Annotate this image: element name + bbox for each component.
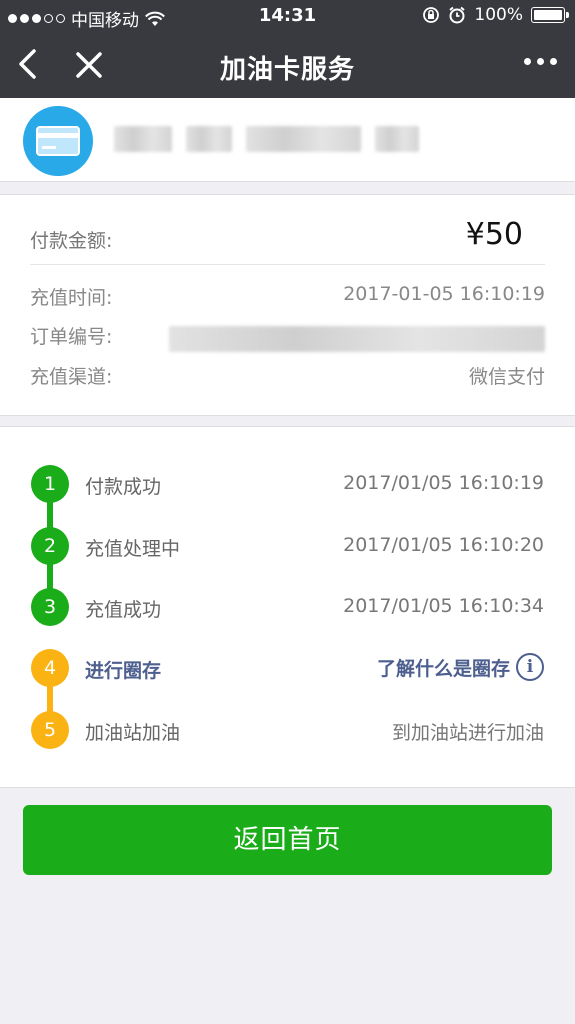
- more-icon[interactable]: [524, 58, 557, 65]
- recharge-time-value: 2017-01-05 16:10:19: [343, 283, 545, 305]
- channel-value: 微信支付: [468, 366, 545, 388]
- step-label: 充值处理中: [85, 538, 181, 560]
- recharge-time-row: 充值时间: 2017-01-05 16:10:19: [30, 283, 545, 313]
- step-label: 付款成功: [85, 476, 162, 498]
- payment-details: 付款金额: ¥50 充值时间: 2017-01-05 16:10:19 订单编号…: [0, 194, 575, 416]
- status-bar: 中国移动 14:31 100%: [0, 0, 575, 32]
- amount-value: ¥50: [465, 217, 523, 252]
- step-label: 充值成功: [85, 599, 162, 621]
- step-label: 加油站加油: [85, 722, 181, 744]
- learn-quancun-link[interactable]: 了解什么是圈存 i: [377, 653, 544, 681]
- step-number: 5: [31, 711, 69, 749]
- card-icon: [23, 106, 93, 176]
- step-item: 4 进行圈存 了解什么是圈存 i: [0, 649, 575, 689]
- return-home-button[interactable]: 返回首页: [23, 805, 552, 875]
- step-number: 2: [31, 527, 69, 565]
- order-number-row: 订单编号:: [30, 322, 545, 352]
- step-number: 1: [31, 465, 69, 503]
- amount-label: 付款金额:: [30, 230, 113, 252]
- step-item: 2 充值处理中 2017/01/05 16:10:20: [0, 527, 575, 567]
- alarm-icon: [449, 6, 466, 24]
- amount-row: 付款金额: ¥50: [30, 195, 545, 265]
- progress-steps: 1 付款成功 2017/01/05 16:10:19 2 充值处理中 2017/…: [0, 426, 575, 788]
- step-time: 2017/01/05 16:10:20: [343, 534, 544, 556]
- order-number-label: 订单编号:: [30, 326, 113, 348]
- order-number-blurred: [169, 326, 545, 352]
- step-number: 3: [31, 588, 69, 626]
- battery-percent: 100%: [474, 5, 523, 25]
- step-time: 到加油站进行加油: [391, 722, 544, 744]
- learn-quancun-text[interactable]: 了解什么是圈存: [377, 654, 510, 681]
- step-item: 1 付款成功 2017/01/05 16:10:19: [0, 465, 575, 505]
- channel-label: 充值渠道:: [30, 366, 113, 388]
- recharge-time-label: 充值时间:: [30, 287, 113, 309]
- step-time: 2017/01/05 16:10:19: [343, 472, 544, 494]
- merchant-row: [0, 98, 575, 182]
- step-item: 5 加油站加油 到加油站进行加油: [0, 711, 575, 751]
- info-icon[interactable]: i: [516, 653, 544, 681]
- battery-icon: [531, 7, 569, 23]
- step-item: 3 充值成功 2017/01/05 16:10:34: [0, 588, 575, 628]
- step-number: 4: [31, 649, 69, 687]
- merchant-name-blurred: [114, 126, 419, 154]
- page-title: 加油卡服务: [219, 55, 355, 85]
- step-label: 进行圈存: [85, 660, 162, 682]
- channel-row: 充值渠道: 微信支付: [30, 362, 545, 392]
- top-bar: 中国移动 14:31 100% 加油卡服务: [0, 0, 575, 98]
- step-time: 2017/01/05 16:10:34: [343, 595, 544, 617]
- status-right: 100%: [422, 5, 569, 25]
- rotation-lock-icon: [423, 7, 440, 23]
- nav-bar: 加油卡服务: [0, 32, 575, 98]
